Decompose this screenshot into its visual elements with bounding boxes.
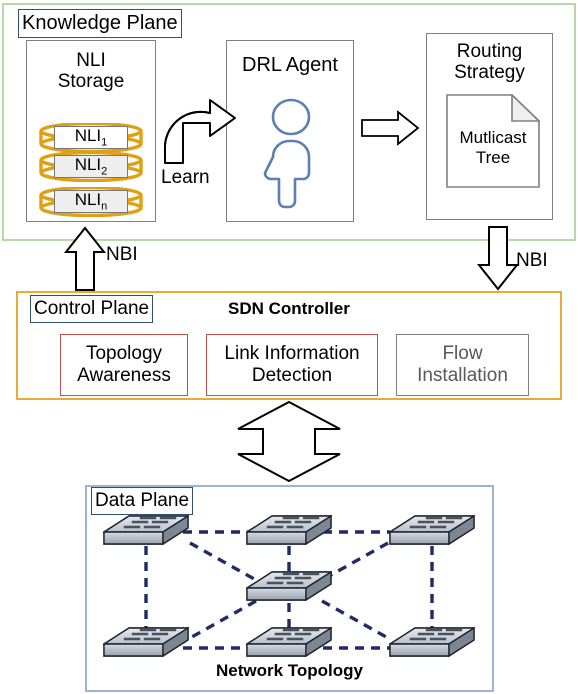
nli-record-cylinder-n: NLIn <box>37 187 145 217</box>
multicast-tree-label: Mutlicast Tree <box>446 128 540 167</box>
multicast-tree-line2: Tree <box>475 147 511 167</box>
nli-storage-title: NLI Storage <box>58 50 125 93</box>
network-switch-icon[interactable] <box>246 512 332 552</box>
module-topology-line1: Topology <box>85 343 163 365</box>
data-plane-tag: Data Plane <box>91 487 194 515</box>
control-plane-tag: Control Plane <box>30 295 154 323</box>
network-switch-icon[interactable] <box>246 568 332 608</box>
sbi-label: SBI <box>269 431 300 452</box>
control-module-flow-installation[interactable]: Flow Installation <box>396 334 529 396</box>
control-module-link-information-detection[interactable]: Link Information Detection <box>206 334 378 396</box>
nli-storage-title-line1: NLI <box>76 50 106 71</box>
drl-agent-box: DRL Agent <box>226 40 354 222</box>
module-flow-install-line2: Installation <box>417 365 508 386</box>
network-switch-icon[interactable] <box>103 512 189 552</box>
learn-arrow-label: Learn <box>161 167 210 188</box>
nli-record-cylinder-1: NLI1 <box>37 123 145 153</box>
person-icon <box>260 97 322 214</box>
multicast-tree-line1: Mutlicast <box>459 128 527 147</box>
routing-strategy-title: Routing Strategy <box>454 41 525 84</box>
network-switch-icon[interactable] <box>389 512 475 552</box>
routing-strategy-title-line1: Routing <box>456 41 523 62</box>
architecture-diagram: Knowledge Plane NLI Storage NLI1 NLI2 ..… <box>0 0 578 694</box>
module-link-info-line2: Detection <box>251 365 333 386</box>
network-switch-icon[interactable] <box>389 624 475 664</box>
network-switch-icon[interactable] <box>103 624 189 664</box>
control-module-topology-awareness[interactable]: Topology Awareness <box>60 334 188 396</box>
knowledge-plane-tag: Knowledge Plane <box>18 9 182 38</box>
module-flow-install-line1: Flow <box>442 343 483 365</box>
sdn-controller-title: SDN Controller <box>228 299 350 318</box>
routing-strategy-box: Routing Strategy Mutlicast Tree <box>426 33 553 220</box>
network-topology-caption: Network Topology <box>215 661 363 680</box>
nbi-right-label: NBI <box>516 250 548 271</box>
drl-agent-title: DRL Agent <box>242 54 338 76</box>
nli-storage-title-line2: Storage <box>57 71 125 93</box>
nbi-left-label: NBI <box>106 244 138 265</box>
module-topology-line2: Awareness <box>77 365 171 386</box>
nli-record-inner-n <box>54 190 128 213</box>
module-link-info-line1: Link Information <box>224 343 360 365</box>
network-switch-icon[interactable] <box>246 624 332 664</box>
document-icon: Mutlicast Tree <box>446 93 541 193</box>
nli-record-inner-1 <box>54 126 128 149</box>
routing-strategy-title-line2: Strategy <box>454 62 525 84</box>
